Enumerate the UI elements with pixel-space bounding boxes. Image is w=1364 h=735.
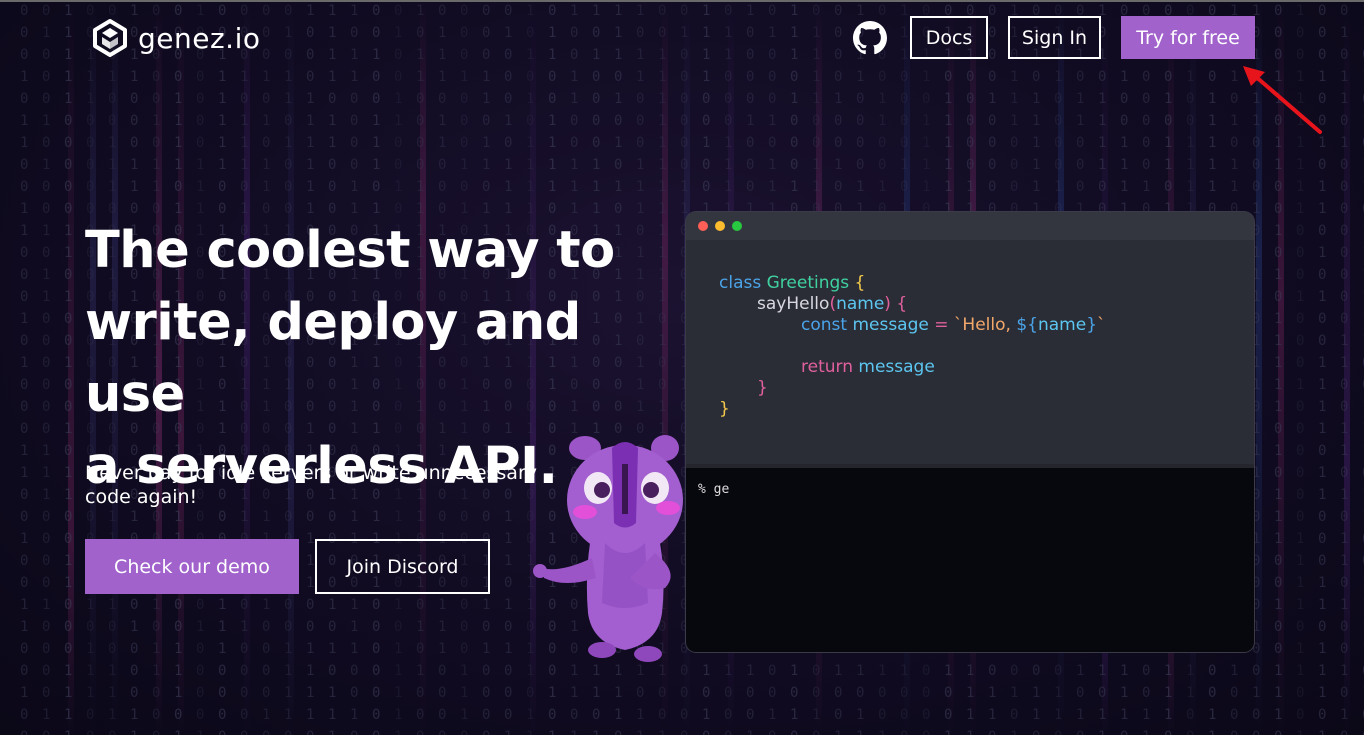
- code-line-2: sayHello(name) {: [757, 294, 907, 314]
- code-token: ): [884, 294, 891, 314]
- binary-rain-column: 0 1 0 1 1 0 1 0 0 0 0 0 0 0 0 1 1 0 0 1 …: [1340, 3, 1349, 735]
- hero-title-line-2: write, deploy and use: [85, 293, 581, 424]
- logo[interactable]: genez.io: [90, 18, 260, 58]
- binary-rain-column: 0 0 0 1 0 1 1 0 0 1 1 0 0 0 1 0 1 0 0 0 …: [20, 3, 29, 735]
- github-icon[interactable]: [853, 21, 887, 55]
- terminal-panel[interactable]: % ge: [686, 464, 1254, 652]
- code-token: }: [719, 399, 730, 419]
- code-token: `: [1097, 315, 1106, 335]
- code-token: name: [1037, 315, 1087, 335]
- code-line-7: }: [719, 399, 730, 419]
- binary-rain-column: 0 1 0 0 0 1 0 1 0 0 1 0 1 1 0 0 0 0 0 0 …: [42, 3, 51, 735]
- check-demo-button[interactable]: Check our demo: [85, 539, 299, 594]
- code-token: =: [934, 315, 949, 335]
- code-line-1: class Greetings {: [719, 273, 865, 293]
- maximize-dot-icon: [732, 221, 742, 231]
- code-token: message: [858, 357, 935, 377]
- minimize-dot-icon: [715, 221, 725, 231]
- code-token: `Hello,: [953, 315, 1017, 335]
- code-token: message: [852, 315, 929, 335]
- code-token: {: [854, 273, 866, 293]
- hero-subtitle: Never pay for idle servers or write unne…: [85, 462, 538, 508]
- code-token: {: [896, 294, 908, 314]
- code-token: sayHello: [757, 294, 830, 314]
- code-token: }: [1086, 315, 1098, 335]
- code-token: ${: [1016, 315, 1038, 335]
- mascot-illustration: [533, 435, 683, 662]
- genezio-logo-icon: [93, 19, 127, 57]
- code-token: class: [719, 273, 762, 293]
- binary-rain-column: 1 1 1 1 1 0 0 0 0 0 1 1 0 1 0 0 1 0 0 1 …: [64, 3, 73, 735]
- hero-title-line-1: The coolest way to: [85, 221, 615, 280]
- logo-text: genez.io: [138, 21, 261, 55]
- try-for-free-button[interactable]: Try for free: [1121, 16, 1255, 59]
- docs-button[interactable]: Docs: [910, 16, 988, 59]
- code-line-3: const message = `Hello, ${name}`: [801, 315, 1106, 335]
- sign-in-button[interactable]: Sign In: [1008, 16, 1101, 59]
- arrow-annotation: [1243, 66, 1322, 134]
- code-token: name: [836, 294, 885, 314]
- code-token: const: [801, 315, 848, 335]
- code-area: class Greetings { sayHello(name) { const…: [686, 240, 1254, 470]
- close-dot-icon: [698, 221, 708, 231]
- code-token: Greetings: [766, 273, 850, 293]
- code-line-6: }: [757, 378, 768, 398]
- code-editor-window: class Greetings { sayHello(name) { const…: [686, 212, 1254, 652]
- terminal-text: % ge: [698, 482, 730, 497]
- window-top-border: [0, 0, 1364, 2]
- code-token: return: [801, 357, 853, 377]
- editor-title-bar: [686, 212, 1254, 240]
- join-discord-button[interactable]: Join Discord: [315, 539, 490, 594]
- code-line-5: return message: [801, 357, 935, 377]
- code-token: }: [757, 378, 768, 398]
